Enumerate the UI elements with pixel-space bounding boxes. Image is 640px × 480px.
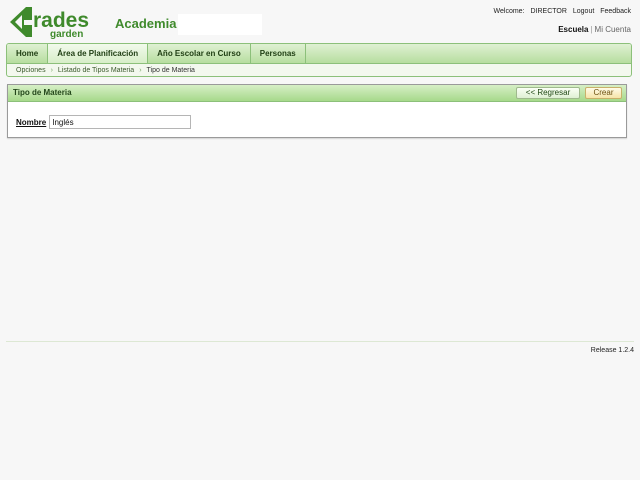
nombre-label: Nombre: [16, 117, 47, 127]
context-separator: |: [590, 25, 593, 34]
create-button[interactable]: Crear: [585, 87, 622, 99]
context-switcher: Escuela | Mi Cuenta: [558, 25, 631, 34]
context-mi-cuenta-link[interactable]: Mi Cuenta: [595, 25, 631, 34]
chevron-right-icon: ›: [50, 67, 53, 74]
logo-word-bottom: garden: [50, 29, 83, 39]
breadcrumb-opciones[interactable]: Opciones: [16, 67, 46, 74]
chevron-right-icon: ›: [139, 67, 142, 74]
tab-home[interactable]: Home: [7, 44, 49, 63]
welcome-text: Welcome: DIRECTOR: [490, 8, 567, 15]
grades-garden-logo[interactable]: rades garden: [8, 5, 104, 39]
app-title: Academia: [115, 16, 177, 31]
tab-ano-escolar-en-curso[interactable]: Año Escolar en Curso: [148, 44, 251, 63]
header-blank-box: [178, 14, 262, 35]
footer-divider: [6, 341, 634, 342]
tab-personas[interactable]: Personas: [251, 44, 306, 63]
release-version: Release 1.2.4: [590, 347, 634, 354]
back-button[interactable]: << Regresar: [516, 87, 580, 99]
logout-link[interactable]: Logout: [573, 8, 594, 15]
breadcrumb: Opciones › Listado de Tipos Materia › Tipo d…: [7, 64, 631, 76]
panel-title: Tipo de Materia: [13, 88, 72, 97]
logo-graphic: rades garden: [10, 7, 89, 39]
main-navigation: Home Área de Planificación Año Escolar e…: [6, 43, 632, 77]
welcome-prefix: Welcome:: [493, 8, 525, 15]
tab-area-de-planificacion[interactable]: Área de Planificación: [48, 44, 149, 63]
user-name: DIRECTOR: [530, 8, 567, 15]
context-escuela-link[interactable]: Escuela: [558, 25, 588, 34]
breadcrumb-listado-tipos-materia[interactable]: Listado de Tipos Materia: [58, 67, 134, 74]
nombre-row: Nombre: [16, 115, 192, 129]
user-links: Welcome: DIRECTOR Logout Feedback: [486, 8, 631, 15]
tipo-materia-panel: Tipo de Materia << Regresar Crear Nombre: [7, 84, 627, 138]
breadcrumb-current: Tipo de Materia: [146, 67, 195, 74]
panel-header: Tipo de Materia << Regresar Crear: [8, 85, 626, 102]
feedback-link[interactable]: Feedback: [600, 8, 631, 15]
tab-bar: Home Área de Planificación Año Escolar e…: [7, 44, 631, 64]
nombre-input[interactable]: [49, 115, 192, 129]
